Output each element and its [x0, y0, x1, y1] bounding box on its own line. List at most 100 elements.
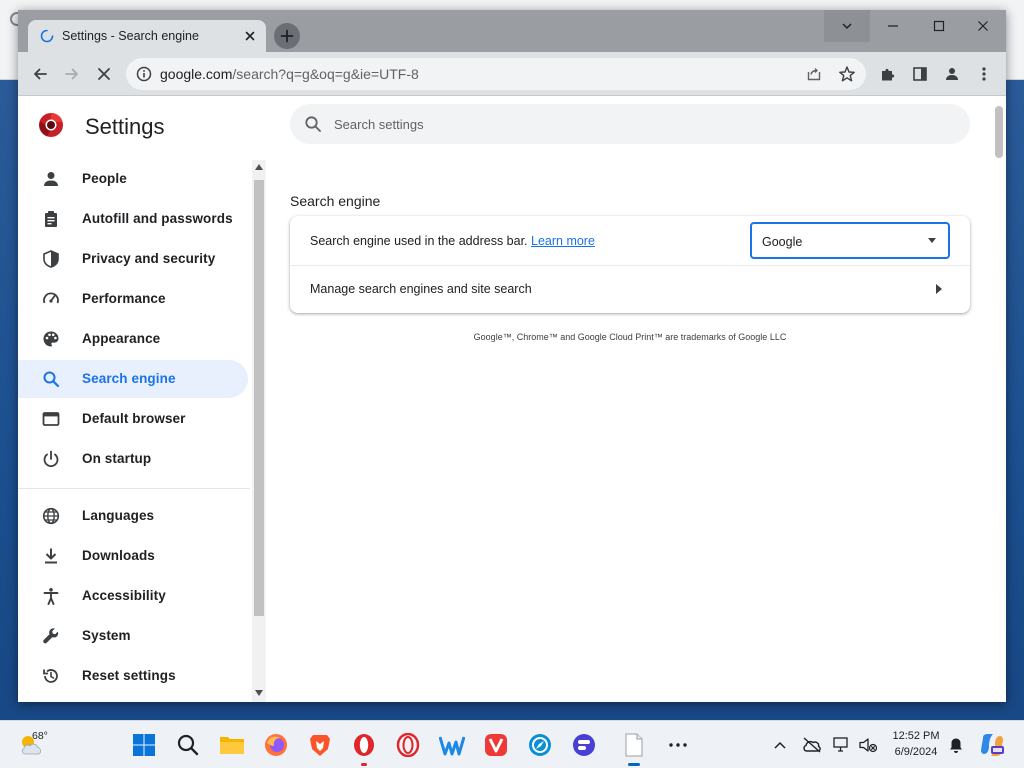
taskbar-search-button[interactable] — [172, 729, 204, 761]
sidebar-item-on-startup[interactable]: On startup — [18, 440, 248, 478]
power-icon — [43, 450, 59, 468]
active-app-indicator — [628, 763, 640, 766]
more-apps-button[interactable] — [662, 729, 694, 761]
page-scrollbar[interactable] — [990, 96, 1006, 702]
browser-app-button[interactable] — [524, 729, 556, 761]
taskbar: 68° 12:52 PM 6/9/2024 — [0, 720, 1024, 768]
bell-icon — [950, 738, 962, 753]
cloud-sync-off-button[interactable] — [796, 729, 828, 761]
new-tab-button[interactable] — [274, 23, 300, 49]
search-settings-box[interactable] — [290, 104, 970, 144]
settings-sidebar: People Autofill and passwords Privacy an… — [18, 160, 266, 702]
notifications-button[interactable] — [940, 729, 972, 761]
chevron-down-icon — [842, 23, 852, 30]
sidebar-scrollbar-thumb[interactable] — [254, 180, 264, 616]
forward-button[interactable] — [58, 60, 86, 88]
document-icon — [625, 733, 643, 757]
manage-search-engines-label: Manage search engines and site search — [310, 282, 532, 296]
back-button[interactable] — [26, 60, 54, 88]
section-title: Search engine — [290, 193, 381, 209]
settings-header: Settings — [18, 96, 1006, 154]
opera-running-indicator — [361, 763, 367, 766]
palette-icon — [43, 331, 59, 347]
opera-gx-button[interactable] — [392, 729, 424, 761]
tab-settings-search-engine[interactable]: Settings - Search engine — [28, 20, 266, 52]
opera-gx-icon — [396, 733, 420, 757]
minimize-button[interactable] — [870, 10, 916, 42]
sidebar-item-reset-settings[interactable]: Reset settings — [18, 657, 248, 695]
page-scrollbar-thumb[interactable] — [995, 106, 1003, 158]
close-icon — [978, 21, 988, 31]
ellipsis-icon — [669, 743, 687, 747]
search-engine-dropdown[interactable]: Google — [750, 222, 950, 259]
sidebar-item-label: System — [82, 628, 131, 643]
sidebar-item-label: Reset settings — [82, 668, 176, 683]
sidebar-item-languages[interactable]: Languages — [18, 497, 248, 535]
site-info-icon[interactable] — [136, 66, 152, 82]
search-engine-card: Search engine used in the address bar. L… — [290, 216, 970, 313]
volume-button[interactable] — [852, 729, 884, 761]
sidebar-item-accessibility[interactable]: Accessibility — [18, 577, 248, 615]
sidebar-item-label: Downloads — [82, 548, 155, 563]
firefox-icon — [265, 734, 287, 756]
share-icon[interactable] — [806, 66, 822, 82]
start-button[interactable] — [128, 729, 160, 761]
vivaldi-button[interactable] — [480, 729, 512, 761]
windows-logo-icon — [133, 734, 155, 756]
sidebar-item-performance[interactable]: Performance — [18, 280, 248, 318]
address-bar[interactable]: google.com/search?q=g&oq=g&ie=UTF-8 — [126, 58, 866, 90]
close-icon — [98, 68, 110, 80]
show-hidden-icons-button[interactable] — [764, 729, 796, 761]
cloud-off-icon — [803, 737, 821, 753]
sidebar-item-people[interactable]: People — [18, 160, 248, 198]
manage-search-engines-row[interactable]: Manage search engines and site search — [290, 266, 970, 313]
tab-close-icon[interactable] — [242, 28, 258, 44]
profile-button[interactable] — [938, 60, 966, 88]
scroll-up-arrow-icon[interactable] — [255, 164, 263, 170]
sidebar-item-default-browser[interactable]: Default browser — [18, 400, 248, 438]
sidebar-item-search-engine[interactable]: Search engine — [18, 360, 248, 398]
scroll-down-arrow-icon[interactable] — [255, 690, 263, 696]
tab-search-button[interactable] — [824, 10, 870, 42]
chevron-right-icon — [936, 284, 942, 294]
side-panel-button[interactable] — [906, 60, 934, 88]
menu-button[interactable] — [970, 60, 998, 88]
clipboard-icon — [45, 211, 57, 227]
sidebar-item-autofill[interactable]: Autofill and passwords — [18, 200, 248, 238]
trademark-notice: Google™, Chrome™ and Google Cloud Print™… — [473, 332, 787, 342]
brave-button[interactable] — [304, 729, 336, 761]
speedometer-icon — [43, 292, 59, 304]
file-explorer-button[interactable] — [216, 729, 248, 761]
close-window-button[interactable] — [960, 10, 1006, 42]
firefox-button[interactable] — [260, 729, 292, 761]
sidebar-item-downloads[interactable]: Downloads — [18, 537, 248, 575]
copilot-pre-icon — [981, 734, 1004, 756]
opera-button[interactable] — [348, 729, 380, 766]
download-icon — [45, 548, 57, 564]
wave-browser-button[interactable] — [436, 729, 468, 761]
sidebar-item-appearance[interactable]: Appearance — [18, 320, 248, 358]
floorp-button[interactable] — [568, 729, 600, 761]
sidebar-scrollbar[interactable] — [252, 160, 266, 702]
search-settings-input[interactable] — [334, 112, 934, 136]
url-text[interactable]: google.com/search?q=g&oq=g&ie=UTF-8 — [160, 66, 419, 82]
accessibility-icon — [43, 588, 59, 605]
puzzle-piece-icon — [882, 68, 895, 81]
floorp-icon — [573, 734, 595, 756]
stop-loading-button[interactable] — [90, 60, 118, 88]
bookmark-star-icon[interactable] — [838, 65, 856, 83]
chevron-up-icon — [774, 741, 786, 749]
sidebar-item-label: Privacy and security — [82, 251, 216, 266]
extensions-button[interactable] — [874, 60, 902, 88]
learn-more-link[interactable]: Learn more — [531, 234, 595, 248]
sidebar-item-system[interactable]: System — [18, 617, 248, 655]
brave-lion-icon — [310, 735, 330, 756]
sidebar-item-privacy[interactable]: Privacy and security — [18, 240, 248, 278]
copilot-button[interactable] — [976, 729, 1008, 761]
sidebar-item-label: People — [82, 171, 127, 186]
notepad-button[interactable] — [618, 729, 650, 766]
sidebar-item-label: Languages — [82, 508, 155, 523]
maximize-button[interactable] — [916, 10, 962, 42]
loading-spinner-icon — [40, 29, 54, 43]
settings-page: Settings People — [18, 96, 1006, 702]
